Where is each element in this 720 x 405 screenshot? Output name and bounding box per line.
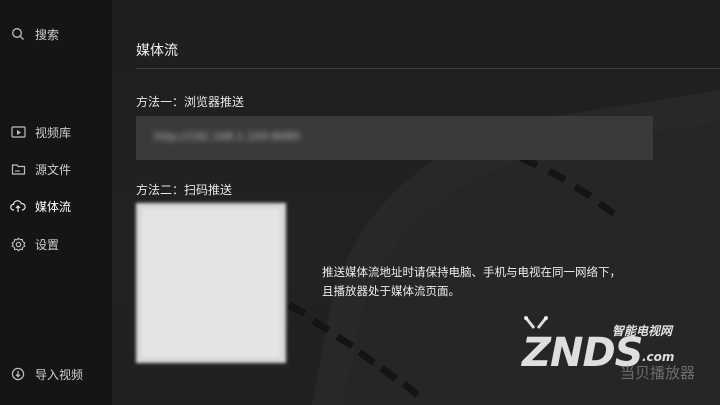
watermark-app-name: 当贝播放器 xyxy=(620,364,696,382)
gear-icon xyxy=(10,236,26,252)
push-url-box: http://192.168.1.100:8080 xyxy=(136,116,653,160)
sidebar-item-label: 媒体流 xyxy=(35,199,72,214)
sidebar: 搜索 视频库 源文件 媒体流 设置 导入视频 xyxy=(0,0,112,405)
sidebar-item-label: 设置 xyxy=(35,237,60,252)
qr-code-image xyxy=(142,209,280,357)
cloud-upload-icon xyxy=(10,198,26,214)
znds-watermark: 智能电视网 ZNDS .com 当贝播放器 xyxy=(512,316,712,396)
sidebar-item-media-stream[interactable]: 媒体流 xyxy=(10,195,71,217)
hint-line-1: 推送媒体流地址时请保持电脑、手机与电视在同一网络下， xyxy=(322,265,621,279)
page-title: 媒体流 xyxy=(136,43,178,59)
sidebar-item-import-video[interactable]: 导入视频 xyxy=(10,363,83,385)
hint-line-2: 且播放器处于媒体流页面。 xyxy=(322,284,460,298)
search-icon xyxy=(10,26,26,42)
method-qr-label: 方法二：扫码推送 xyxy=(136,183,233,197)
qr-code xyxy=(136,203,286,363)
sidebar-item-source-files[interactable]: 源文件 xyxy=(10,158,71,180)
folder-icon xyxy=(10,161,26,177)
sidebar-item-video-library[interactable]: 视频库 xyxy=(10,121,71,143)
title-divider xyxy=(136,68,720,69)
sidebar-item-settings[interactable]: 设置 xyxy=(10,233,59,255)
push-url-text: http://192.168.1.100:8080 xyxy=(154,130,300,143)
sidebar-item-search[interactable]: 搜索 xyxy=(10,23,59,45)
method-browser-label: 方法一：浏览器推送 xyxy=(136,95,245,109)
import-icon xyxy=(10,366,26,382)
network-hint: 推送媒体流地址时请保持电脑、手机与电视在同一网络下， 且播放器处于媒体流页面。 xyxy=(322,263,662,301)
main-content: 媒体流 方法一：浏览器推送 http://192.168.1.100:8080 … xyxy=(112,0,720,405)
sidebar-item-label: 导入视频 xyxy=(35,367,84,382)
sidebar-item-label: 源文件 xyxy=(35,162,72,177)
sidebar-item-label: 搜索 xyxy=(35,27,60,42)
video-library-icon xyxy=(10,124,26,140)
app-window: 搜索 视频库 源文件 媒体流 设置 导入视频 媒体流 方法一：浏览器推送 htt… xyxy=(0,0,720,405)
sidebar-item-label: 视频库 xyxy=(35,125,72,140)
